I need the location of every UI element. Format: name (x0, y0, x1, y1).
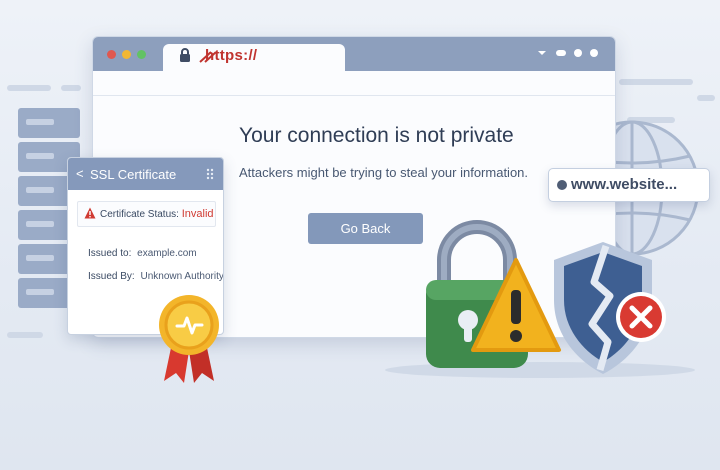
certificate-status-label: Certificate Status: Invalid (100, 208, 214, 220)
certificate-status-value: Invalid (181, 208, 214, 220)
menu-chevron-icon[interactable] (536, 48, 548, 58)
toolbar-dot-icon-2[interactable] (590, 49, 598, 57)
lock-icon (180, 48, 190, 62)
toolbar-pill-icon[interactable] (556, 50, 566, 56)
ssl-panel-header: < SSL Certificate (68, 158, 223, 190)
url-dot-icon (557, 180, 567, 190)
award-seal-icon (159, 295, 219, 383)
issued-to-row: Issued to: example.com (88, 248, 197, 259)
issued-by-row: Issued By: Unknown Authority (88, 271, 224, 282)
page-heading: Your connection is not private (239, 124, 514, 147)
drag-handle-icon[interactable] (206, 168, 214, 180)
page-subheading: Attackers might be trying to steal your … (239, 165, 529, 180)
go-back-button[interactable]: Go Back (308, 213, 423, 244)
url-display-pill[interactable]: www.website... (548, 168, 710, 202)
minimize-window-button[interactable] (122, 50, 131, 59)
warning-icon (84, 207, 96, 219)
url-pill-text: www.website... (571, 176, 678, 193)
status-label-text: Certificate Status: (100, 209, 179, 220)
certificate-status-row: Certificate Status: Invalid (77, 201, 216, 227)
issued-to-label: Issued to: (88, 248, 132, 259)
issued-by-label: Issued By: (88, 271, 135, 282)
toolbar-dot-icon[interactable] (574, 49, 582, 57)
ssl-panel-title: SSL Certificate (90, 167, 177, 182)
toolbar-divider (93, 95, 615, 96)
browser-title-bar: https:// (93, 37, 615, 71)
error-x-icon (616, 292, 666, 342)
back-chevron-icon[interactable]: < (76, 166, 84, 181)
issued-to-value: example.com (137, 248, 197, 259)
maximize-window-button[interactable] (137, 50, 146, 59)
strike-through-mark (199, 51, 217, 63)
issued-by-value: Unknown Authority (140, 271, 224, 282)
close-window-button[interactable] (107, 50, 116, 59)
